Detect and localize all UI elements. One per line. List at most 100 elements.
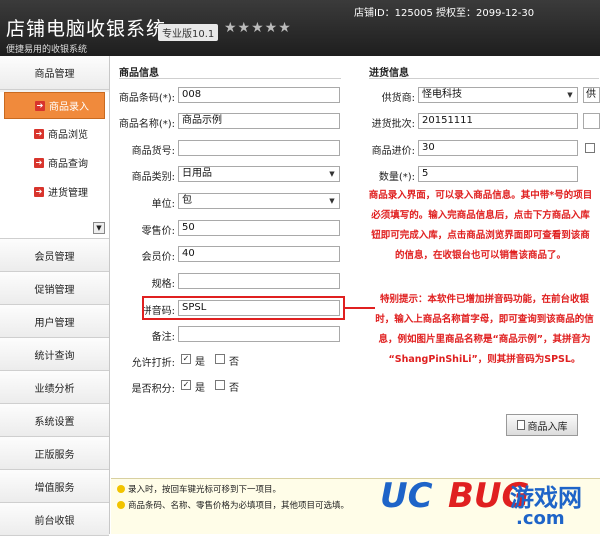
watermark-com: .com bbox=[516, 508, 565, 529]
points-yes-checkbox[interactable]: ✓ bbox=[181, 380, 191, 390]
product-info-title: 商品信息 bbox=[119, 68, 159, 79]
points-no-label: 否 bbox=[229, 383, 239, 394]
divider bbox=[369, 78, 599, 79]
sidebar-group-value-added[interactable]: 增值服务 bbox=[0, 470, 109, 503]
sidebar-item-label: 进货管理 bbox=[48, 188, 88, 199]
discount-yes-checkbox[interactable]: ✓ bbox=[181, 354, 191, 364]
batch-label: 进货批次: bbox=[371, 119, 415, 130]
unit-value: 包 bbox=[182, 195, 192, 206]
document-icon bbox=[516, 420, 525, 430]
category-value: 日用品 bbox=[182, 168, 212, 179]
cost-price-label: 商品进价: bbox=[371, 146, 415, 157]
arrow-right-icon: ➔ bbox=[35, 100, 45, 111]
supplier-side-button[interactable]: 供 bbox=[583, 87, 600, 103]
annotation-line: “ShangPinShiLi”，则其拼音码为SPSL。 bbox=[388, 354, 581, 365]
sidebar-group-users[interactable]: 用户管理 bbox=[0, 305, 109, 338]
quantity-input[interactable]: 5 bbox=[418, 166, 578, 182]
annotation-pinyin-note: 特别提示：本软件已增加拼音码功能，在前台收银 时，输入上商品名称首字母，即可查询… bbox=[369, 290, 600, 370]
sku-input[interactable] bbox=[178, 140, 340, 156]
sidebar-item-label: 商品录入 bbox=[49, 102, 89, 113]
sidebar-group-settings[interactable]: 系统设置 bbox=[0, 404, 109, 437]
cost-side-checkbox[interactable] bbox=[585, 143, 595, 153]
discount-yes-label: 是 bbox=[195, 357, 205, 368]
discount-no-label: 否 bbox=[229, 357, 239, 368]
main-panel: 商品信息 进货信息 商品条码(*): 008 商品名称(*): 商品示例 商品货… bbox=[111, 56, 600, 478]
sidebar-group-stats[interactable]: 统计查询 bbox=[0, 338, 109, 371]
sidebar-item-label: 商品查询 bbox=[48, 159, 88, 170]
watermark-uc: UC bbox=[380, 476, 433, 516]
annotation-entry-note: 商品录入界面，可以录入商品信息。其中带*号的项目 必须填写的。输入完商品信息后，… bbox=[361, 186, 600, 266]
sidebar-group-promotions[interactable]: 促销管理 bbox=[0, 272, 109, 305]
sidebar-group-license[interactable]: 正版服务 bbox=[0, 437, 109, 470]
barcode-label: 商品条码(*): bbox=[118, 93, 175, 104]
points-yes-label: 是 bbox=[195, 383, 205, 394]
annotation-line: 息，例如图片里商品名称是“商品示例”，其拼音为 bbox=[378, 334, 591, 345]
chevron-down-icon: ▼ bbox=[329, 170, 335, 178]
category-label: 商品类别: bbox=[131, 172, 175, 183]
unit-label: 单位: bbox=[151, 199, 175, 210]
category-select[interactable]: 日用品 ▼ bbox=[178, 166, 340, 182]
remark-label: 备注: bbox=[151, 332, 175, 343]
edition-badge: 专业版10.1 bbox=[158, 24, 219, 41]
sidebar-item-product-browse[interactable]: ➔ 商品浏览 bbox=[0, 119, 109, 148]
retail-price-label: 零售价: bbox=[141, 226, 175, 237]
highlight-box bbox=[142, 296, 345, 320]
annotation-line: 特别提示：本软件已增加拼音码功能，在前台收银 bbox=[379, 294, 589, 305]
site-watermark: UC BUG 游戏网 .com bbox=[380, 474, 600, 534]
rating-stars: ★★★★★ bbox=[224, 20, 292, 36]
supplier-value: 怪电科技 bbox=[422, 89, 462, 100]
retail-price-input[interactable]: 50 bbox=[178, 220, 340, 236]
sidebar-group-members[interactable]: 会员管理 bbox=[0, 239, 109, 272]
sidebar: 商品管理 ➔ 商品录入 ➔ 商品浏览 ➔ 商品查询 ➔ 进货管理 ▼ 会员管理 … bbox=[0, 56, 110, 536]
batch-side-button[interactable] bbox=[583, 113, 600, 129]
supplier-label: 供货商: bbox=[381, 93, 415, 104]
annotation-line: 商品录入界面，可以录入商品信息。其中带*号的项目 bbox=[368, 190, 593, 201]
annotation-line: 钮即可完成入库，点击商品浏览界面即可查看到该商 bbox=[371, 230, 590, 241]
sidebar-sub-panel: ➔ 商品录入 ➔ 商品浏览 ➔ 商品查询 ➔ 进货管理 ▼ bbox=[0, 92, 109, 239]
stock-in-label: 商品入库 bbox=[527, 421, 568, 433]
sidebar-group-analysis[interactable]: 业绩分析 bbox=[0, 371, 109, 404]
quantity-label: 数量(*): bbox=[378, 172, 415, 183]
product-stock-in-button[interactable]: 商品入库 bbox=[506, 414, 578, 436]
scroll-down-button[interactable]: ▼ bbox=[93, 222, 105, 234]
annotation-line: 时，输入上商品名称首字母，即可查询到该商品的信 bbox=[375, 314, 594, 325]
unit-select[interactable]: 包 ▼ bbox=[178, 193, 340, 209]
app-header: 店铺电脑收银系统 便捷易用的收银系统 专业版10.1 ★★★★★ 店铺ID：12… bbox=[0, 0, 600, 56]
arrow-right-icon: ➔ bbox=[34, 128, 44, 139]
chevron-down-icon: ▼ bbox=[329, 197, 335, 205]
sidebar-item-product-query[interactable]: ➔ 商品查询 bbox=[0, 148, 109, 177]
sidebar-group-products[interactable]: 商品管理 bbox=[0, 56, 109, 90]
points-no-checkbox[interactable] bbox=[215, 380, 225, 390]
chevron-down-icon: ▼ bbox=[567, 91, 573, 99]
sidebar-item-purchase-manage[interactable]: ➔ 进货管理 bbox=[0, 177, 109, 206]
remark-input[interactable] bbox=[178, 326, 340, 342]
discount-no-checkbox[interactable] bbox=[215, 354, 225, 364]
barcode-input[interactable]: 008 bbox=[178, 87, 340, 103]
tip-text: 商品条码、名称、零售价格为必填项目，其他项目可选填。 bbox=[128, 501, 350, 511]
cost-price-input[interactable]: 30 bbox=[418, 140, 578, 156]
shop-info: 店铺ID：125005 授权至：2099-12-30 bbox=[354, 8, 535, 19]
lightbulb-icon bbox=[117, 501, 125, 509]
app-title: 店铺电脑收银系统 bbox=[6, 18, 167, 40]
spec-input[interactable] bbox=[178, 273, 340, 289]
allow-discount-label: 允许打折: bbox=[131, 358, 175, 369]
annotation-line: 的信息，在收银台也可以销售该商品了。 bbox=[394, 250, 566, 261]
sidebar-item-label: 商品浏览 bbox=[48, 130, 88, 141]
allow-points-label: 是否积分: bbox=[131, 384, 175, 395]
batch-input[interactable]: 20151111 bbox=[418, 113, 578, 129]
sku-label: 商品货号: bbox=[131, 146, 175, 157]
purchase-info-title: 进货信息 bbox=[369, 68, 409, 79]
product-name-input[interactable]: 商品示例 bbox=[178, 113, 340, 129]
annotation-line: 必须填写的。输入完商品信息后，点击下方商品入库 bbox=[371, 210, 590, 221]
sidebar-item-product-entry[interactable]: ➔ 商品录入 bbox=[4, 92, 105, 119]
sidebar-group-pos[interactable]: 前台收银 bbox=[0, 503, 109, 536]
app-subtitle: 便捷易用的收银系统 bbox=[6, 45, 88, 55]
divider bbox=[119, 78, 341, 79]
tip-text: 录入时，按回车键光标可移到下一项目。 bbox=[128, 485, 282, 495]
member-price-input[interactable]: 40 bbox=[178, 246, 340, 262]
product-name-label: 商品名称(*): bbox=[118, 119, 175, 130]
arrow-right-icon: ➔ bbox=[34, 157, 44, 168]
supplier-select[interactable]: 怪电科技 ▼ bbox=[418, 87, 578, 103]
lightbulb-icon bbox=[117, 485, 125, 493]
member-price-label: 会员价: bbox=[141, 252, 175, 263]
